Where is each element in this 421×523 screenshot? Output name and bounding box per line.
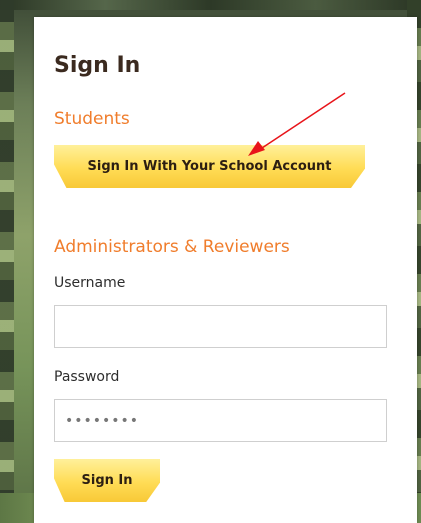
school-account-sign-in-label: Sign In With Your School Account bbox=[87, 159, 332, 174]
sign-in-card: Sign In Students Sign In With Your Schoo… bbox=[34, 17, 417, 523]
administrators-heading: Administrators & Reviewers bbox=[54, 237, 290, 257]
password-input[interactable] bbox=[54, 399, 387, 442]
page-title: Sign In bbox=[54, 53, 141, 78]
background-photo-left bbox=[0, 0, 14, 523]
password-label: Password bbox=[54, 369, 120, 385]
students-heading: Students bbox=[54, 109, 130, 129]
sign-in-button[interactable]: Sign In bbox=[54, 459, 160, 502]
background-photo-top bbox=[0, 0, 421, 10]
username-label: Username bbox=[54, 275, 126, 291]
school-account-sign-in-button[interactable]: Sign In With Your School Account bbox=[54, 145, 365, 188]
username-input[interactable] bbox=[54, 305, 387, 348]
sign-in-button-label: Sign In bbox=[81, 473, 133, 488]
